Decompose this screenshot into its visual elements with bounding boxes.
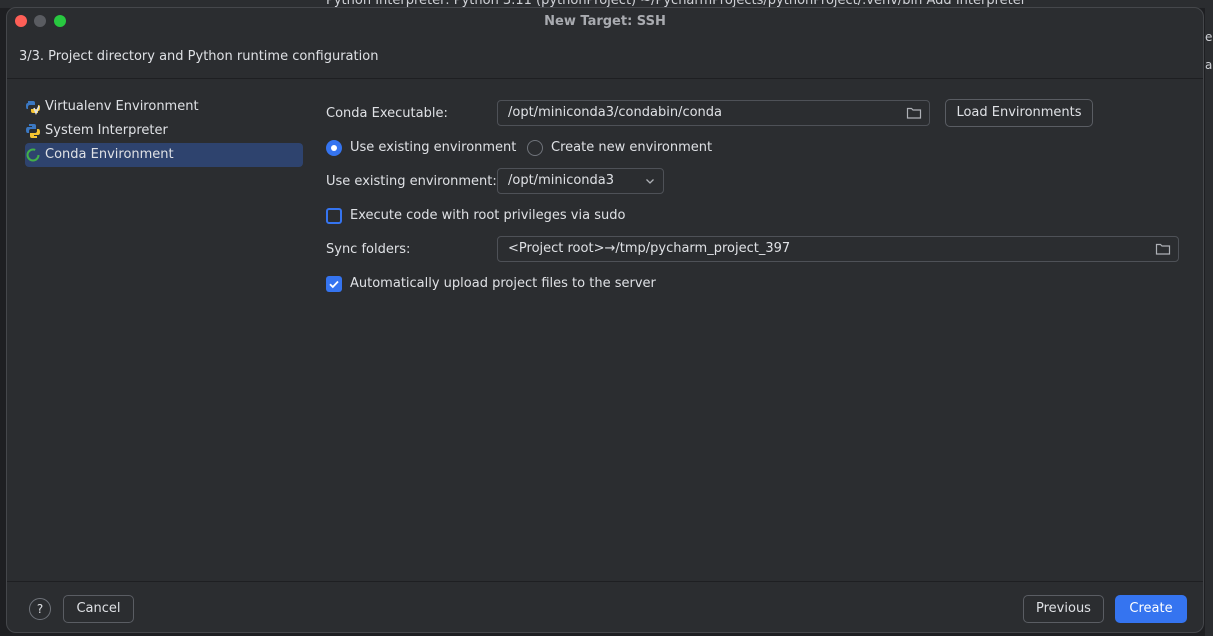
sync-folders-field[interactable]: <Project root>→/tmp/pycharm_project_397 xyxy=(497,236,1179,262)
use-existing-radio-label[interactable]: Use existing environment xyxy=(350,140,516,155)
create-button[interactable]: Create xyxy=(1115,595,1187,623)
previous-button[interactable]: Previous xyxy=(1023,595,1104,623)
sidebar-item-system-interpreter[interactable]: System Interpreter xyxy=(25,119,303,143)
folder-icon[interactable] xyxy=(906,106,922,120)
auto-upload-checkbox[interactable] xyxy=(326,276,342,292)
sudo-checkbox[interactable] xyxy=(326,208,342,224)
sync-folders-value: <Project root>→/tmp/pycharm_project_397 xyxy=(508,241,791,256)
footer-divider xyxy=(7,581,1203,582)
background-window-edge: es a xyxy=(1205,0,1213,636)
environment-type-list: Virtualenv Environment System Interprete… xyxy=(25,95,303,167)
conda-icon xyxy=(26,148,40,162)
sidebar-item-label: Conda Environment xyxy=(45,147,174,162)
sudo-checkbox-label[interactable]: Execute code with root privileges via su… xyxy=(350,208,625,223)
virtualenv-icon xyxy=(26,101,40,115)
auto-upload-checkbox-label[interactable]: Automatically upload project files to th… xyxy=(350,276,656,291)
title-bar: New Target: SSH xyxy=(7,8,1203,36)
chevron-down-icon xyxy=(646,179,654,184)
existing-environment-label: Use existing environment: xyxy=(326,174,497,189)
use-existing-radio[interactable] xyxy=(326,140,342,156)
existing-environment-dropdown[interactable]: /opt/miniconda3 xyxy=(497,168,664,194)
window-title: New Target: SSH xyxy=(544,14,666,29)
checkmark-icon xyxy=(329,280,339,289)
conda-executable-field[interactable]: /opt/miniconda3/condabin/conda xyxy=(497,100,930,126)
new-target-dialog: New Target: SSH 3/3. Project directory a… xyxy=(6,7,1204,633)
header-divider xyxy=(7,78,1203,79)
conda-executable-label: Conda Executable: xyxy=(326,106,448,121)
create-new-radio[interactable] xyxy=(527,140,543,156)
help-button[interactable]: ? xyxy=(29,598,51,620)
cancel-button[interactable]: Cancel xyxy=(63,595,134,623)
sidebar-item-label: Virtualenv Environment xyxy=(45,99,199,114)
load-environments-button[interactable]: Load Environments xyxy=(945,99,1093,127)
existing-environment-value: /opt/miniconda3 xyxy=(508,173,615,188)
create-new-radio-label[interactable]: Create new environment xyxy=(551,140,712,155)
sidebar-item-virtualenv[interactable]: Virtualenv Environment xyxy=(25,95,303,119)
sync-folders-label: Sync folders: xyxy=(326,242,411,257)
background-edge-text-1: es xyxy=(1205,30,1213,44)
sidebar-item-label: System Interpreter xyxy=(45,123,168,138)
background-edge-text-2: a xyxy=(1205,58,1213,72)
conda-executable-value: /opt/miniconda3/condabin/conda xyxy=(508,105,722,120)
python-icon xyxy=(26,124,40,138)
sidebar-item-conda[interactable]: Conda Environment xyxy=(25,143,303,167)
step-subtitle: 3/3. Project directory and Python runtim… xyxy=(19,49,379,64)
folder-icon[interactable] xyxy=(1155,242,1171,256)
